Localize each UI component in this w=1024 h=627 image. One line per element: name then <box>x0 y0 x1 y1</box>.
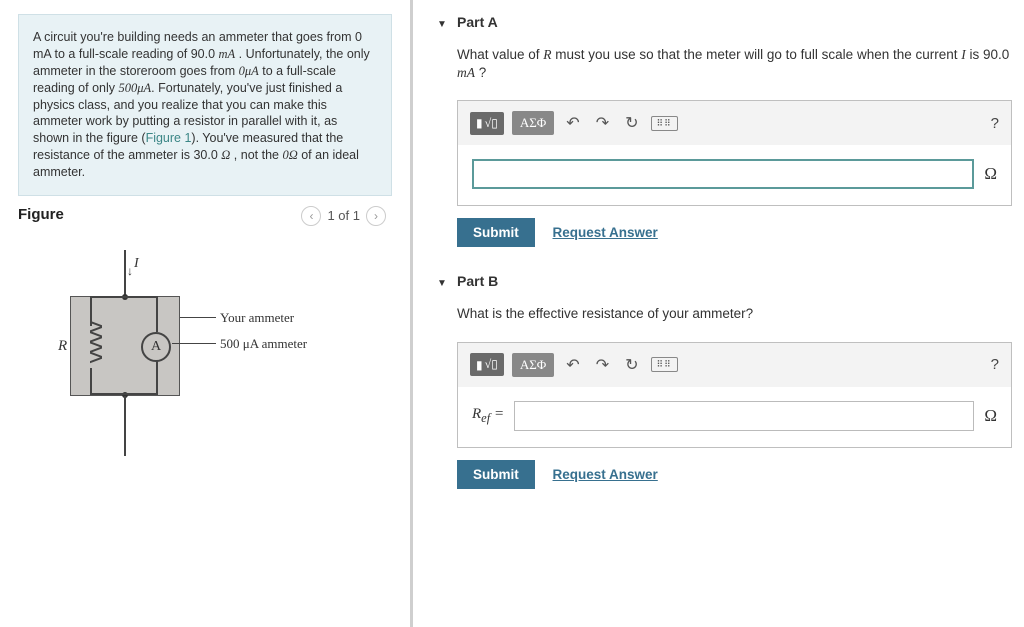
figure-link[interactable]: Figure 1 <box>146 131 192 145</box>
column-divider <box>410 0 413 627</box>
part-a-header-text: Part A <box>457 14 498 30</box>
part-a-body: What value of R must you use so that the… <box>457 46 1012 247</box>
wire-r-bot <box>156 360 158 394</box>
part-a-answer-input[interactable] <box>472 159 974 189</box>
pa-q-4: ? <box>475 65 486 80</box>
part-b-input-row: Ref = Ω <box>458 387 1011 447</box>
figure-next-button[interactable]: › <box>366 206 386 226</box>
undo-icon[interactable]: ↶ <box>562 113 583 133</box>
help-icon-b[interactable]: ? <box>991 356 999 373</box>
part-b-request-answer-link[interactable]: Request Answer <box>553 467 658 482</box>
figure-pager: ‹ 1 of 1 › <box>301 206 386 226</box>
redo-icon[interactable]: ↷ <box>592 113 613 133</box>
wire-r-top <box>156 298 158 332</box>
part-a-answer-panel: ▮√▯ ΑΣΦ ↶ ↷ ↻ ⠿⠿ ? Ω <box>457 100 1012 206</box>
keyboard-icon[interactable]: ⠿⠿ <box>651 116 678 131</box>
val-0uA: 0μA <box>239 64 259 78</box>
keyboard-icon-b[interactable]: ⠿⠿ <box>651 357 678 372</box>
part-b-header[interactable]: Part B <box>437 273 1012 289</box>
part-b-answer-panel: ▮√▯ ΑΣΦ ↶ ↷ ↻ ⠿⠿ ? Ref = Ω <box>457 342 1012 448</box>
part-b-answer-input[interactable] <box>514 401 974 431</box>
lbl-R-eq: = <box>490 406 504 422</box>
figure-title: Figure <box>18 206 64 223</box>
label-your-ammeter: Your ammeter <box>220 310 294 326</box>
redo-icon-b[interactable]: ↷ <box>592 355 613 375</box>
part-a-header[interactable]: Part A <box>437 14 1012 30</box>
part-a-input-row: Ω <box>458 145 1011 205</box>
pa-q-1: What value of <box>457 47 543 62</box>
zero-ohm: 0Ω <box>282 148 297 162</box>
help-icon[interactable]: ? <box>991 115 999 132</box>
figure-prev-button[interactable]: ‹ <box>301 206 321 226</box>
part-a-submit-button[interactable]: Submit <box>457 218 535 247</box>
part-a-actions: Submit Request Answer <box>457 218 1012 247</box>
part-a-request-answer-link[interactable]: Request Answer <box>553 225 658 240</box>
current-arrow-icon: ↓ <box>127 264 133 278</box>
part-b-answer-label: Ref = <box>472 406 504 426</box>
leadline-1 <box>180 317 216 318</box>
format-template-button[interactable]: ▮√▯ <box>470 112 504 135</box>
lbl-R-pre: R <box>472 406 481 422</box>
leadline-2 <box>172 343 216 344</box>
part-a-toolbar: ▮√▯ ΑΣΦ ↶ ↷ ↻ ⠿⠿ ? <box>458 101 1011 145</box>
val-500uA: 500μA <box>118 81 151 95</box>
problem-text-6: , not the <box>230 148 282 162</box>
part-b-body: What is the effective resistance of your… <box>457 305 1012 488</box>
figure-section: Figure ‹ 1 of 1 › I ↓ ʌʌʌʌ R A <box>18 206 386 490</box>
figure-page-count: 1 of 1 <box>327 208 360 223</box>
greek-letters-button-b[interactable]: ΑΣΦ <box>512 353 554 377</box>
part-a-unit: Ω <box>984 164 997 184</box>
part-b-toolbar: ▮√▯ ΑΣΦ ↶ ↷ ↻ ⠿⠿ ? <box>458 343 1011 387</box>
label-A: A <box>151 339 161 355</box>
lbl-R-sub: ef <box>481 411 490 425</box>
format-template-button-b[interactable]: ▮√▯ <box>470 353 504 376</box>
part-b-header-text: Part B <box>457 273 498 289</box>
label-500uA-ammeter: 500 μA ammeter <box>220 336 307 352</box>
resistor-icon: ʌʌʌʌ <box>84 320 109 361</box>
ohm-1: Ω <box>221 148 230 162</box>
label-R: R <box>58 338 67 355</box>
unit-mA: mA <box>219 47 236 61</box>
wire-l-bot <box>90 368 92 394</box>
part-b-submit-button[interactable]: Submit <box>457 460 535 489</box>
wire-top <box>124 250 126 296</box>
var-R: R <box>543 47 551 62</box>
pa-q-3: is 90.0 <box>966 47 1010 62</box>
circuit-diagram: I ↓ ʌʌʌʌ R A Your ammeter 500 μA ammeter <box>18 250 386 490</box>
part-b-unit: Ω <box>984 406 997 426</box>
pa-q-2: must you use so that the meter will go t… <box>552 47 962 62</box>
reset-icon[interactable]: ↻ <box>621 113 642 133</box>
ammeter-symbol: A <box>141 332 171 362</box>
left-column: A circuit you're building needs an ammet… <box>0 0 404 627</box>
label-I: I <box>134 256 139 272</box>
greek-letters-button[interactable]: ΑΣΦ <box>512 111 554 135</box>
undo-icon-b[interactable]: ↶ <box>562 355 583 375</box>
reset-icon-b[interactable]: ↻ <box>621 355 642 375</box>
unit-mA-2: mA <box>457 65 475 80</box>
problem-statement: A circuit you're building needs an ammet… <box>18 14 392 196</box>
part-b-actions: Submit Request Answer <box>457 460 1012 489</box>
wire-h-bot <box>90 393 158 395</box>
part-b-question: What is the effective resistance of your… <box>457 305 1012 323</box>
wire-h-top <box>90 296 158 298</box>
wire-bottom <box>124 396 126 456</box>
part-a-question: What value of R must you use so that the… <box>457 46 1012 82</box>
right-column: Part A What value of R must you use so t… <box>419 0 1024 627</box>
